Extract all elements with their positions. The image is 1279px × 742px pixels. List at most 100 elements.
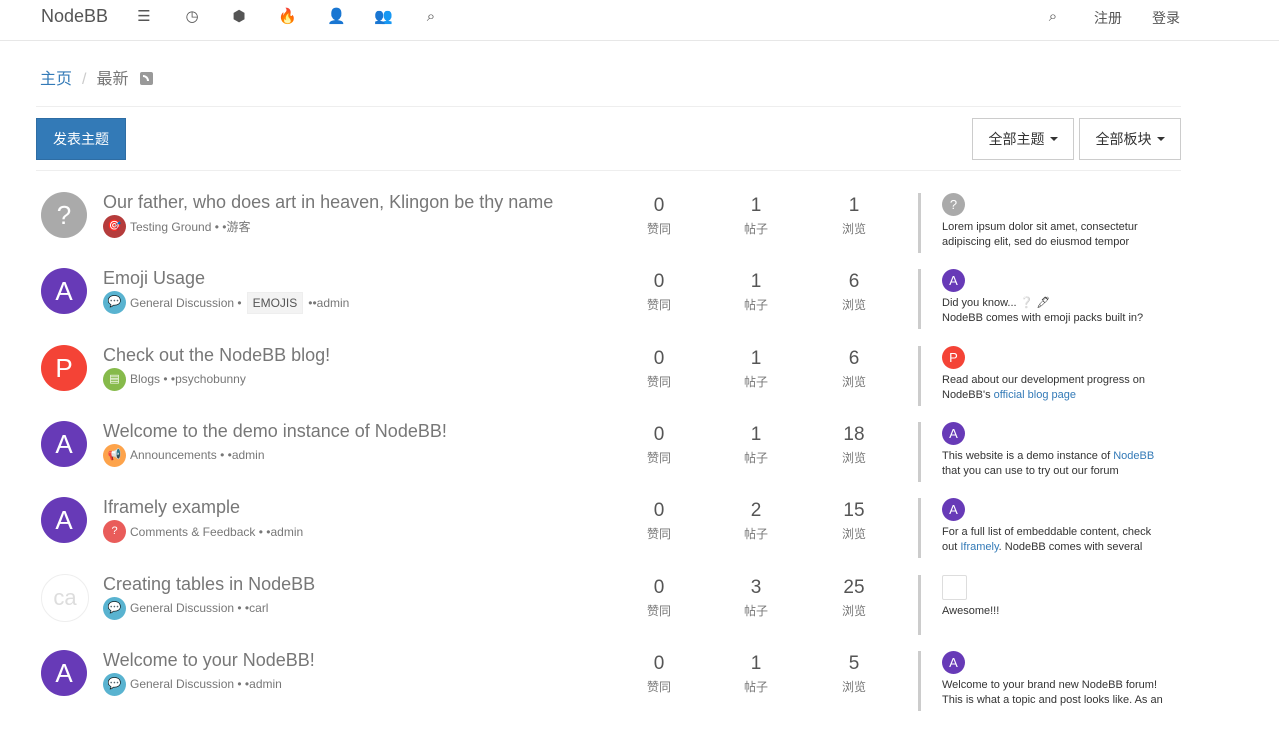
category-link[interactable]: Blogs xyxy=(130,372,160,386)
meta-separator: • xyxy=(234,677,242,692)
meta-separator: • xyxy=(167,372,176,387)
topic-row: ? Our father, who does art in heaven, Kli… xyxy=(36,184,1181,260)
posts-stat: 1 帖子 xyxy=(726,195,786,237)
user-avatar[interactable]: A xyxy=(41,497,87,544)
top-navbar: NodeBB ☰ ◷ ⬢ 🔥 👤 👥 ⌕ ⌕ 注册 登录 xyxy=(0,0,1279,41)
user-avatar[interactable]: A xyxy=(41,268,87,315)
category-link[interactable]: Announcements xyxy=(130,448,217,462)
topic-title[interactable]: Check out the NodeBB blog! xyxy=(103,345,330,366)
votes-stat: 0 赞同 xyxy=(629,577,689,619)
category-link[interactable]: General Discussion xyxy=(130,601,234,615)
popular-icon[interactable]: 🔥 xyxy=(278,8,297,26)
author-link[interactable]: admin xyxy=(270,525,303,539)
teaser-link[interactable]: NodeBB xyxy=(1113,450,1154,462)
search-icon[interactable]: ⌕ xyxy=(422,8,440,26)
topic-title[interactable]: Iframely example xyxy=(103,497,240,518)
search-right-icon[interactable]: ⌕ xyxy=(1044,8,1062,26)
views-stat: 5 浏览 xyxy=(824,653,884,695)
meta-separator: • xyxy=(241,601,250,615)
user-avatar[interactable]: A xyxy=(41,420,87,467)
teaser-avatar[interactable]: A xyxy=(942,650,965,674)
breadcrumb-home[interactable]: 主页 xyxy=(40,71,72,88)
votes-label: 赞同 xyxy=(646,450,671,465)
teaser[interactable]: ? Lorem ipsum dolor sit amet, consectetur… xyxy=(918,193,1178,253)
teaser[interactable]: A Welcome to your brand new NodeBB forum!… xyxy=(918,650,1178,711)
brand-logo[interactable]: NodeBB xyxy=(41,6,108,27)
posts-label: 帖子 xyxy=(743,450,768,465)
views-count: 15 xyxy=(843,500,865,522)
user-avatar[interactable]: P xyxy=(41,344,87,391)
breadcrumb-separator: / xyxy=(82,71,87,88)
topic-title[interactable]: Creating tables in NodeBB xyxy=(103,574,315,595)
posts-count: 1 xyxy=(750,271,762,293)
user-avatar[interactable]: ca xyxy=(41,573,89,622)
topic-meta: 💬 General Discussion • • admin xyxy=(103,672,282,696)
tags-icon[interactable]: ⬢ xyxy=(230,8,248,26)
topic-title[interactable]: Our father, who does art in heaven, Klin… xyxy=(103,192,553,213)
teaser-avatar[interactable]: P xyxy=(942,345,965,369)
category-icon: ▤ xyxy=(103,367,126,391)
author-link[interactable]: carl xyxy=(249,601,268,615)
author-link[interactable]: psychobunny xyxy=(175,372,246,386)
posts-count: 1 xyxy=(750,652,762,674)
users-icon[interactable]: 👤 xyxy=(327,8,346,26)
teaser[interactable]: A For a full list of embeddable content, … xyxy=(918,498,1178,559)
topic-meta: ? Comments & Feedback • • admin xyxy=(103,520,303,544)
register-link[interactable]: 注册 xyxy=(1094,8,1122,28)
category-link[interactable]: Comments & Feedback xyxy=(130,525,255,539)
category-icon: 💬 xyxy=(103,672,126,696)
teaser-avatar[interactable]: A xyxy=(942,498,965,522)
teaser-avatar[interactable] xyxy=(942,574,967,600)
teaser-avatar[interactable]: A xyxy=(942,269,965,293)
category-icon: 🎯 xyxy=(103,215,126,238)
posts-stat: 1 帖子 xyxy=(726,271,786,313)
meta-separator: • xyxy=(224,448,232,463)
teaser-link[interactable]: official blog page xyxy=(994,389,1076,401)
author-link[interactable]: admin xyxy=(317,296,350,310)
recent-icon[interactable]: ◷ xyxy=(183,8,201,26)
categories-icon[interactable]: ☰ xyxy=(135,8,153,26)
teaser[interactable]: P Read about our development progress on N… xyxy=(918,345,1178,406)
posts-label: 帖子 xyxy=(743,603,768,618)
votes-count: 0 xyxy=(653,423,665,445)
user-avatar[interactable]: ? xyxy=(41,192,87,238)
votes-count: 0 xyxy=(653,195,665,216)
views-count: 6 xyxy=(848,271,860,293)
category-link[interactable]: Testing Ground xyxy=(130,220,211,234)
posts-label: 帖子 xyxy=(743,298,768,313)
category-link[interactable]: General Discussion xyxy=(130,296,234,310)
views-stat: 1 浏览 xyxy=(824,195,884,237)
user-avatar[interactable]: A xyxy=(41,649,87,696)
teaser[interactable]: Awesome!!! xyxy=(918,574,1178,635)
new-topic-button[interactable]: 发表主题 xyxy=(36,118,126,160)
teaser[interactable]: A Did you know... ❔ 🖋 NodeBB comes with em… xyxy=(918,269,1178,330)
teaser-link[interactable]: Iframely xyxy=(960,541,998,553)
views-stat: 15 浏览 xyxy=(824,500,884,542)
posts-label: 帖子 xyxy=(743,374,768,389)
category-link[interactable]: General Discussion xyxy=(130,677,234,691)
teaser-text: Lorem ipsum dolor sit amet, consectetur a… xyxy=(942,221,1138,248)
teaser-avatar[interactable]: ? xyxy=(942,193,965,216)
breadcrumb: 主页 / 最新 xyxy=(40,65,154,89)
login-link[interactable]: 登录 xyxy=(1152,8,1180,28)
author-link[interactable]: 游客 xyxy=(226,218,250,235)
teaser-text-part: out xyxy=(942,541,961,554)
all-topics-dropdown[interactable]: 全部主题 xyxy=(972,118,1074,160)
all-categories-dropdown[interactable]: 全部板块 xyxy=(1079,118,1181,160)
topic-tag[interactable]: EMOJIS xyxy=(246,291,304,314)
all-categories-label: 全部板块 xyxy=(1095,131,1152,147)
topic-title[interactable]: Emoji Usage xyxy=(103,268,205,289)
views-label: 浏览 xyxy=(841,679,866,694)
teaser-text: For a full list of embeddable content, c… xyxy=(942,526,1152,554)
teaser[interactable]: A This website is a demo instance of Node… xyxy=(918,421,1178,482)
teaser-text-part: . NodeBB comes with several xyxy=(998,541,1143,554)
author-link[interactable]: admin xyxy=(249,677,282,691)
posts-label: 帖子 xyxy=(743,222,768,236)
groups-icon[interactable]: 👥 xyxy=(374,8,393,26)
topic-title[interactable]: Welcome to the demo instance of NodeBB! xyxy=(103,421,447,442)
author-link[interactable]: admin xyxy=(232,448,265,462)
rss-icon[interactable] xyxy=(140,72,154,85)
topic-title[interactable]: Welcome to your NodeBB! xyxy=(103,650,315,671)
views-label: 浏览 xyxy=(841,298,866,313)
teaser-avatar[interactable]: A xyxy=(942,421,965,445)
